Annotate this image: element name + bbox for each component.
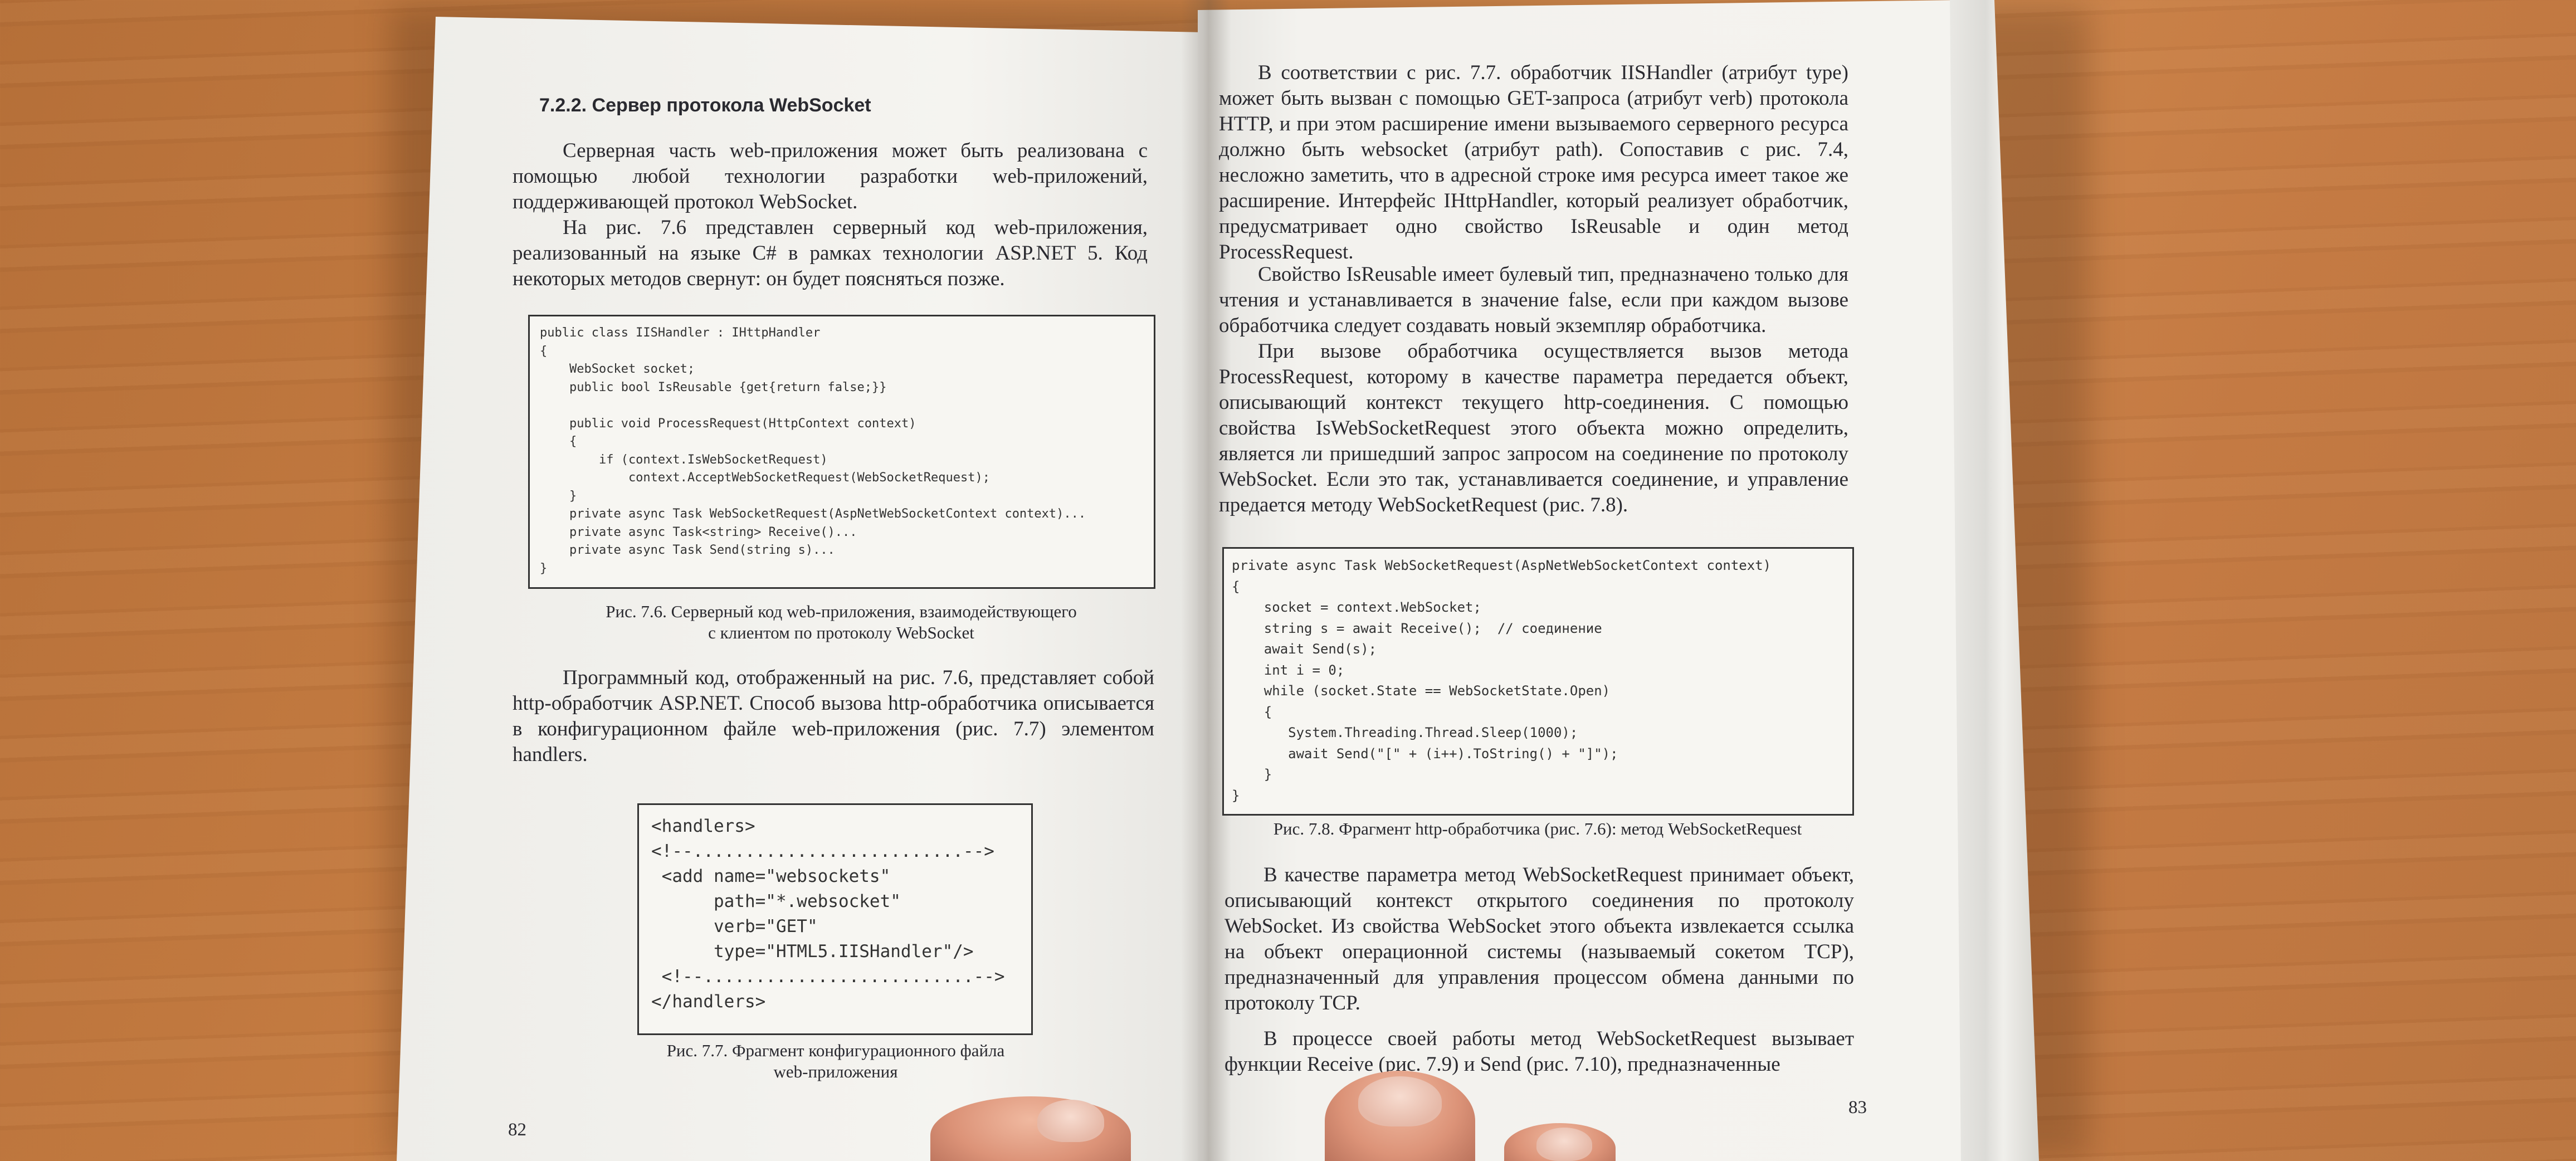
section-heading: 7.2.2. Сервер протокола WebSocket <box>539 95 871 116</box>
right-paragraph-4: В качестве параметра метод WebSocketRequ… <box>1224 864 1854 1014</box>
right-paragraph-5: В процессе своей работы метод WebSocketR… <box>1224 1027 1854 1076</box>
caption-7-6-line-2: с клиентом по протоколу WebSocket <box>708 623 974 642</box>
code-listing-7-7: <handlers> <!--.........................… <box>651 816 1005 1012</box>
right-paragraph-3: При вызове обработчика осуществляется вы… <box>1219 340 1848 516</box>
code-figure-7-7: <handlers> <!--.........................… <box>637 803 1033 1035</box>
caption-7-6-line-1: Рис. 7.6. Серверный код web-приложения, … <box>606 602 1077 621</box>
fingernail-left <box>1037 1100 1104 1142</box>
code-figure-7-8: private async Task WebSocketRequest(AspN… <box>1222 547 1854 816</box>
fingernail-right <box>1536 1128 1592 1161</box>
fingernail-middle <box>1358 1076 1442 1126</box>
left-paragraph-3: Программный код, отображенный на рис. 7.… <box>513 666 1154 766</box>
left-paragraph-2: На рис. 7.6 представлен серверный код we… <box>513 216 1148 290</box>
code-listing-7-6: public class IISHandler : IHttpHandler {… <box>540 326 1086 575</box>
left-page-number: 82 <box>508 1120 526 1140</box>
caption-7-8: Рис. 7.8. Фрагмент http-обработчика (рис… <box>1273 819 1802 838</box>
code-figure-7-6: public class IISHandler : IHttpHandler {… <box>528 315 1155 589</box>
caption-7-7-line-1: Рис. 7.7. Фрагмент конфигурационного фай… <box>666 1041 1005 1060</box>
right-paragraph-1: В соответствии с рис. 7.7. обработчик II… <box>1219 61 1848 264</box>
caption-7-7-line-2: web-приложения <box>773 1062 898 1081</box>
right-page-number: 83 <box>1848 1097 1867 1118</box>
right-paragraph-2: Свойство IsReusable имеет булевый тип, п… <box>1219 263 1848 337</box>
left-paragraph-1: Серверная часть web-приложения может быт… <box>513 139 1148 213</box>
code-listing-7-8: private async Task WebSocketRequest(AspN… <box>1232 558 1772 803</box>
